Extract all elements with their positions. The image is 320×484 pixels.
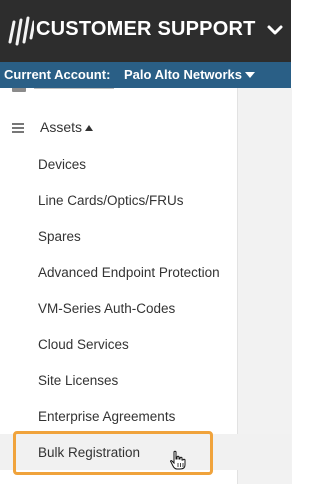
list-icon — [12, 123, 24, 133]
hand-pointer-cursor-icon — [170, 450, 186, 470]
sidebar-item-vm-series-auth-codes[interactable]: VM-Series Auth-Codes — [38, 301, 238, 316]
sidebar — [0, 88, 237, 484]
chevron-down-icon[interactable] — [266, 21, 284, 39]
sidebar-item-site-licenses[interactable]: Site Licenses — [38, 373, 238, 388]
brand-logo-icon[interactable] — [4, 8, 34, 52]
header-title[interactable]: CUSTOMER SUPPORT — [36, 18, 256, 41]
menu-icon — [12, 88, 26, 92]
caret-up-icon — [85, 125, 93, 131]
sidebar-item-partial[interactable] — [0, 88, 237, 94]
sidebar-item-devices[interactable]: Devices — [38, 157, 238, 172]
sidebar-section-assets[interactable]: Assets — [0, 116, 237, 140]
sidebar-bottom-edge — [0, 480, 237, 484]
current-account-label: Current Account: — [4, 67, 111, 82]
partial-label — [34, 88, 114, 89]
sidebar-item-cloud-services[interactable]: Cloud Services — [38, 337, 238, 352]
sidebar-section-label: Assets — [40, 119, 83, 135]
caret-down-icon[interactable] — [245, 72, 255, 78]
sidebar-item-enterprise-agreements[interactable]: Enterprise Agreements — [38, 409, 238, 424]
sidebar-item-spares[interactable]: Spares — [38, 229, 238, 244]
content-pane-row-hover — [237, 434, 291, 470]
current-account-selector[interactable]: Palo Alto Networks — [124, 67, 242, 82]
content-pane — [237, 88, 292, 484]
top-header: CUSTOMER SUPPORT — [0, 0, 291, 62]
sidebar-item-line-cards[interactable]: Line Cards/Optics/FRUs — [38, 193, 238, 208]
sidebar-item-advanced-endpoint-protection[interactable]: Advanced Endpoint Protection — [38, 265, 238, 280]
